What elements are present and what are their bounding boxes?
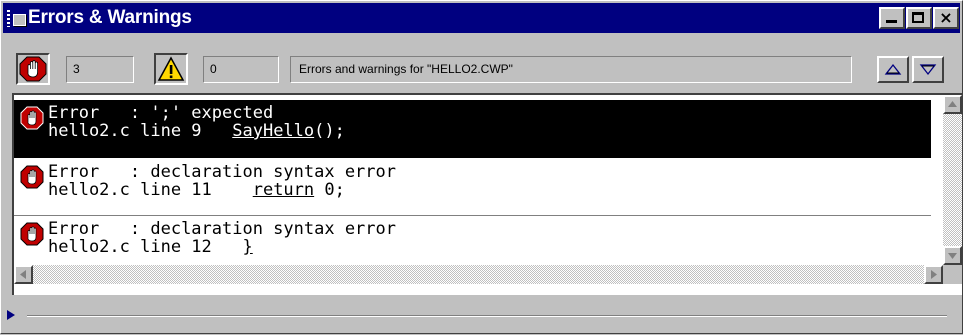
code-token: return [252,180,315,200]
message-line-2: hello2.c line 11 return 0; [48,181,345,199]
errors-filter-button[interactable] [16,53,50,85]
stop-hand-icon [20,106,44,130]
message-location: hello2.c line 11 [48,180,212,200]
arrow-left-icon [20,270,26,279]
divider-line [27,315,947,317]
message-line-1: Error : declaration syntax error [48,163,396,181]
warning-count: 0 [203,56,279,83]
message-text: ';' expected [150,103,274,123]
maximize-button[interactable] [906,7,932,29]
scroll-corner [943,265,962,284]
stop-hand-icon [20,222,44,246]
disclosure-triangle-icon[interactable] [7,310,15,320]
triangle-up-icon [884,63,902,75]
message-type: Error : [48,103,151,123]
message-type: Error : [48,162,151,182]
window-title: Errors & Warnings [28,7,192,28]
stop-hand-icon [20,165,44,189]
minimize-icon [886,20,897,23]
message-line-2: hello2.c line 9 SayHello(); [48,122,345,140]
message-list[interactable]: Error : ';' expected hello2.c line 9 Say… [14,95,931,265]
horizontal-scrollbar[interactable] [14,265,943,284]
toolbar: 3 0 Errors and warnings for "HELLO2.CWP" [1,37,963,95]
title-grip[interactable] [7,10,10,27]
title-bar[interactable]: Errors & Warnings × [3,3,960,33]
message-type: Error : [48,219,151,239]
scroll-down-button[interactable] [943,246,962,265]
close-icon: × [939,8,953,27]
scroll-left-button[interactable] [14,265,33,284]
code-token: SayHello [232,121,315,141]
arrow-down-icon [948,253,957,259]
list-item[interactable]: Error : declaration syntax error hello2.… [14,159,931,217]
message-list-pane[interactable]: Error : ';' expected hello2.c line 9 Say… [12,93,962,295]
message-line-2: hello2.c line 12 } [48,238,253,256]
triangle-down-icon [919,64,937,76]
code-token: } [242,237,253,257]
arrow-up-icon [948,101,957,107]
source-pane-divider [1,295,963,335]
scroll-up-button[interactable] [943,95,962,114]
warnings-filter-button[interactable] [154,53,188,85]
minimize-button[interactable] [879,7,905,29]
error-count: 3 [66,56,134,83]
previous-message-button[interactable] [877,56,909,83]
vertical-scrollbar[interactable] [943,95,962,265]
message-location: hello2.c line 12 [48,237,212,257]
close-button[interactable]: × [933,7,959,29]
message-location: hello2.c line 9 [48,121,202,141]
stop-hand-icon [19,56,47,82]
maximize-icon [912,12,924,23]
code-rest: (); [314,121,345,141]
message-line-1: Error : ';' expected [48,104,273,122]
list-item[interactable]: Error : ';' expected hello2.c line 9 Say… [14,100,931,158]
message-line-1: Error : declaration syntax error [48,220,396,238]
arrow-right-icon [931,270,937,279]
window-menu-icon[interactable] [13,14,26,26]
status-text: Errors and warnings for "HELLO2.CWP" [290,56,852,83]
warning-triangle-icon [157,56,185,81]
message-text: declaration syntax error [150,219,396,239]
errors-warnings-window: Errors & Warnings × 3 0 Errors and warni… [0,0,963,334]
code-rest: 0; [314,180,345,200]
message-text: declaration syntax error [150,162,396,182]
scroll-right-button[interactable] [924,265,943,284]
next-message-button[interactable] [912,56,944,83]
